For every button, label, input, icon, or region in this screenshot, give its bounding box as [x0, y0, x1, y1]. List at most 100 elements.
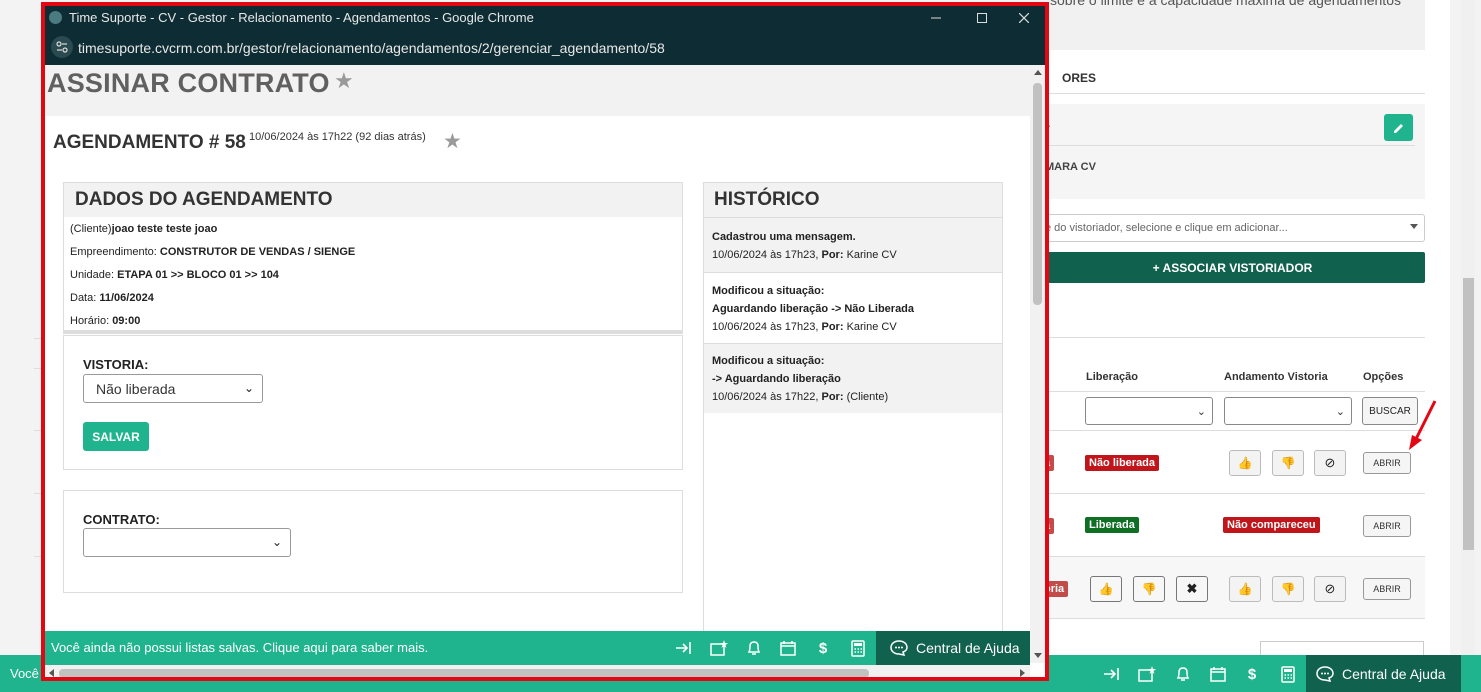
dados-agendamento-panel: DADOS DO AGENDAMENTO (Cliente)joao teste… — [63, 182, 683, 334]
divider — [1040, 337, 1425, 338]
thumbs-down-icon: 👎 — [1280, 582, 1296, 596]
popup-vertical-scrollbar[interactable] — [1030, 65, 1045, 663]
historico-action: Modificou a situação: — [712, 355, 825, 367]
close-button[interactable]: ✖ — [1176, 576, 1208, 602]
thumbs-up-icon: 👍 — [1237, 582, 1253, 596]
historico-date: 10/06/2024 às 17h22, — [712, 391, 819, 403]
background-help-button[interactable]: Central de Ajuda — [1306, 655, 1461, 692]
filter-andamento-select[interactable]: ⌄ — [1224, 397, 1352, 425]
calendar-icon[interactable] — [778, 638, 798, 658]
bell-icon[interactable] — [1173, 664, 1193, 684]
thumbs-down-button[interactable]: 👎 — [1272, 576, 1304, 602]
historico-author: Karine CV — [846, 249, 897, 261]
minimize-button[interactable] — [913, 7, 959, 29]
cancel-button[interactable]: ⊘ — [1314, 576, 1346, 602]
historico-meta: 10/06/2024 às 17h23, Por: Karine CV — [712, 321, 897, 333]
bell-icon[interactable] — [744, 638, 764, 658]
historico-author: (Cliente) — [846, 391, 889, 403]
th-andamento: Andamento Vistoria — [1224, 371, 1328, 383]
popup-footer-text[interactable]: Você ainda não possui listas salvas. Cli… — [51, 640, 428, 655]
ban-icon: ⊘ — [1324, 581, 1336, 596]
divider — [1040, 93, 1425, 94]
thumbs-down-button[interactable]: 👎 — [1272, 450, 1304, 476]
historico-item: Modificou a situação: Aguardando liberaç… — [704, 272, 1002, 343]
divider — [1040, 145, 1415, 146]
table-row: a Não liberada 👍 👎 ⊘ ABRIR — [1040, 430, 1425, 492]
popup-vertical-scrollbar-thumb[interactable] — [1033, 83, 1042, 305]
close-icon: ✖ — [1186, 581, 1198, 596]
thumbs-up-button[interactable]: 👍 — [1090, 576, 1122, 602]
historico-date: 10/06/2024 às 17h23, — [712, 249, 819, 261]
cancel-button[interactable]: ⊘ — [1314, 450, 1346, 476]
close-window-button[interactable] — [1001, 7, 1045, 29]
pencil-icon — [1393, 123, 1403, 133]
agendamento-date: 10/06/2024 às 17h22 (92 dias atrás) — [249, 131, 426, 143]
scroll-left-icon[interactable] — [49, 669, 54, 677]
background-footer-text[interactable]: Você — [10, 666, 39, 681]
star-list-icon[interactable] — [1137, 664, 1157, 684]
page-viewport: ASSINAR CONTRATO ★ AGENDAMENTO # 58 10/0… — [45, 65, 1030, 631]
dollar-icon[interactable]: $ — [1242, 664, 1262, 684]
abrir-button[interactable]: ABRIR — [1363, 578, 1411, 600]
historico-action: Modificou a situação: — [712, 285, 825, 297]
historico-panel: HISTÓRICO Cadastrou uma mensagem. 10/06/… — [703, 182, 1003, 631]
abrir-button[interactable]: ABRIR — [1363, 515, 1411, 537]
favorite-star-icon[interactable]: ★ — [334, 68, 354, 94]
pagination[interactable] — [1260, 641, 1424, 655]
calculator-icon[interactable] — [848, 638, 868, 658]
logout-icon[interactable] — [674, 638, 694, 658]
popup-horizontal-scrollbar-thumb[interactable] — [59, 669, 869, 677]
filter-liberacao-select[interactable]: ⌄ — [1085, 397, 1213, 425]
historico-detail: Aguardando liberação -> Não Liberada — [712, 303, 915, 315]
calendar-icon[interactable] — [1208, 664, 1228, 684]
page-title: ASSINAR CONTRATO — [47, 68, 330, 98]
thumbs-down-icon: 👎 — [1141, 582, 1157, 596]
historico-item: Cadastrou uma mensagem. 10/06/2024 às 17… — [704, 217, 1002, 272]
thumbs-up-button[interactable]: 👍 — [1229, 576, 1261, 602]
thumbs-up-button[interactable]: 👍 — [1229, 450, 1261, 476]
historico-meta: 10/06/2024 às 17h22, Por: (Cliente) — [712, 391, 888, 403]
agendamento-title: AGENDAMENTO # 58 — [53, 132, 246, 153]
vistoria-select[interactable]: Não liberada ⌄ — [83, 374, 263, 403]
chat-icon — [890, 640, 908, 656]
window-titlebar[interactable]: Time Suporte - CV - Gestor - Relacioname… — [45, 6, 1045, 30]
page-scrollbar-thumb[interactable] — [1463, 278, 1474, 550]
vistoriador-select[interactable]: e do vistoriador, selecione e clique em … — [1040, 214, 1425, 242]
vistoriador-select-placeholder: e do vistoriador, selecione e clique em … — [1045, 222, 1288, 234]
url-text[interactable]: timesuporte.cvcrm.com.br/gestor/relacion… — [78, 40, 665, 56]
address-bar[interactable]: timesuporte.cvcrm.com.br/gestor/relacion… — [45, 30, 1045, 65]
historico-por: Por: — [821, 391, 844, 403]
help-center-button[interactable]: Central de Ajuda — [876, 631, 1030, 665]
scroll-up-icon[interactable] — [1034, 70, 1042, 75]
favorite-star-icon[interactable]: ★ — [443, 129, 462, 154]
data-line: Data: 11/06/2024 — [70, 292, 154, 304]
data-value: 11/06/2024 — [99, 292, 154, 304]
edit-vistoriador-button[interactable] — [1384, 114, 1413, 141]
logout-icon[interactable] — [1102, 664, 1122, 684]
background-help-label: Central de Ajuda — [1342, 665, 1446, 682]
table-row: a Liberada Não compareceu ABRIR — [1040, 493, 1425, 555]
historico-action: Cadastrou uma mensagem. — [712, 231, 856, 243]
star-list-icon[interactable] — [709, 638, 729, 658]
vistoria-label: VISTORIA: — [83, 357, 149, 372]
associar-vistoriador-button[interactable]: + ASSOCIAR VISTORIADOR — [1040, 252, 1425, 283]
historico-item: Modificou a situação: -> Aguardando libe… — [704, 343, 1002, 413]
divider — [1040, 618, 1425, 619]
dollar-icon[interactable]: $ — [813, 638, 833, 658]
scroll-right-icon[interactable] — [1020, 669, 1025, 677]
historico-meta: 10/06/2024 às 17h23, Por: Karine CV — [712, 249, 897, 261]
vistoriador-card — [1040, 104, 1425, 199]
background-top-note-text: sobre o limite e a capacidade máxima de … — [1050, 0, 1401, 8]
contrato-select[interactable]: ⌄ — [83, 528, 291, 557]
thumbs-up-icon: 👍 — [1237, 456, 1253, 470]
thumbs-down-button[interactable]: 👎 — [1133, 576, 1165, 602]
maximize-button[interactable] — [959, 7, 1005, 29]
cliente-value: joao teste teste joao — [111, 223, 218, 235]
scroll-down-icon[interactable] — [1034, 653, 1042, 658]
site-settings-icon[interactable] — [51, 36, 73, 58]
popup-horizontal-scrollbar[interactable] — [45, 665, 1030, 677]
salvar-button[interactable]: SALVAR — [83, 422, 149, 451]
vistoriador-sub: MARA CV — [1045, 161, 1096, 173]
abrir-button[interactable]: ABRIR — [1363, 452, 1411, 474]
calculator-icon[interactable] — [1278, 664, 1298, 684]
